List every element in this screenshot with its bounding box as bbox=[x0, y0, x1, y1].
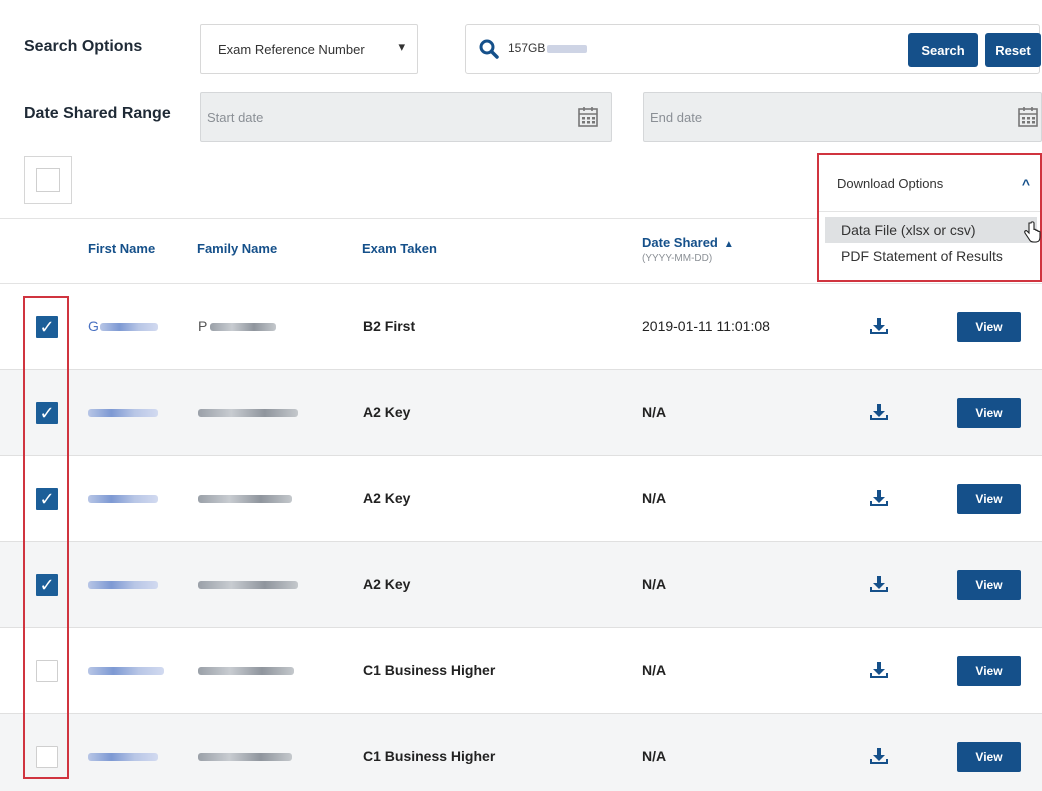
row-checkbox[interactable]: ✓ bbox=[36, 402, 58, 424]
hand-cursor-icon bbox=[1024, 221, 1041, 243]
date-shared-cell: N/A bbox=[642, 490, 667, 506]
first-name-redacted[interactable] bbox=[88, 409, 158, 417]
download-options-title: Download Options bbox=[837, 176, 944, 191]
date-format-hint: (YYYY-MM-DD) bbox=[642, 253, 713, 264]
table-row: ✓ A2 Key N/A View bbox=[0, 456, 1042, 542]
download-icon[interactable] bbox=[869, 747, 889, 765]
exam-taken-cell: B2 First bbox=[363, 318, 416, 334]
family-name-redacted bbox=[210, 323, 276, 331]
first-name-redacted[interactable] bbox=[88, 495, 158, 503]
download-option-label: Data File (xlsx or csv) bbox=[841, 222, 976, 238]
first-name-initial[interactable]: G bbox=[88, 318, 99, 334]
family-name-redacted bbox=[198, 581, 298, 589]
view-button[interactable]: View bbox=[957, 570, 1021, 600]
exam-taken-header[interactable]: Exam Taken bbox=[362, 241, 437, 256]
search-query: 157GB bbox=[508, 41, 588, 55]
end-date-placeholder: End date bbox=[650, 110, 703, 125]
start-date-field[interactable]: Start date bbox=[200, 92, 612, 142]
download-options-dropdown: Download Options ^ Data File (xlsx or cs… bbox=[817, 153, 1042, 282]
family-name-redacted bbox=[198, 667, 294, 675]
view-button[interactable]: View bbox=[957, 656, 1021, 686]
exam-taken-cell: A2 Key bbox=[363, 576, 411, 592]
row-checkbox[interactable] bbox=[36, 746, 58, 768]
chevron-up-icon: ^ bbox=[1021, 176, 1030, 192]
search-button[interactable]: Search bbox=[908, 33, 978, 67]
search-type-select[interactable]: Exam Reference Number ▾ bbox=[200, 24, 418, 74]
date-range-label: Date Shared Range bbox=[24, 105, 171, 122]
date-shared-cell: N/A bbox=[642, 576, 667, 592]
date-shared-header-label: Date Shared bbox=[642, 235, 718, 250]
family-name-redacted bbox=[198, 409, 298, 417]
table-row: ✓ A2 Key N/A View bbox=[0, 542, 1042, 628]
search-type-value: Exam Reference Number bbox=[218, 42, 365, 57]
view-button[interactable]: View bbox=[957, 312, 1021, 342]
download-option-data-file[interactable]: Data File (xlsx or csv) bbox=[825, 217, 1041, 243]
table-row: ✓ G P B2 First 2019-01-11 11:01:08 View bbox=[0, 284, 1042, 370]
start-date-placeholder: Start date bbox=[207, 110, 264, 125]
reset-button[interactable]: Reset bbox=[985, 33, 1041, 67]
date-shared-cell: N/A bbox=[642, 404, 667, 420]
first-name-redacted[interactable] bbox=[88, 753, 158, 761]
download-icon[interactable] bbox=[869, 661, 889, 679]
row-checkbox[interactable] bbox=[36, 660, 58, 682]
exam-taken-cell: A2 Key bbox=[363, 404, 411, 420]
sort-up-icon: ▲ bbox=[723, 239, 734, 250]
dropdown-caret-icon: ▾ bbox=[398, 39, 405, 54]
search-query-text: 157GB bbox=[508, 41, 546, 55]
exam-taken-cell: C1 Business Higher bbox=[363, 748, 496, 764]
download-option-pdf[interactable]: PDF Statement of Results bbox=[825, 243, 1037, 269]
search-options-label: Search Options bbox=[24, 38, 143, 55]
first-name-redacted[interactable] bbox=[88, 667, 164, 675]
view-button[interactable]: View bbox=[957, 398, 1021, 428]
first-name-redacted[interactable] bbox=[100, 323, 158, 331]
table-row: C1 Business Higher N/A View bbox=[0, 714, 1042, 791]
view-button[interactable]: View bbox=[957, 484, 1021, 514]
family-name-header[interactable]: Family Name bbox=[197, 241, 277, 256]
row-checkbox[interactable]: ✓ bbox=[36, 488, 58, 510]
download-options-toggle[interactable]: Download Options ^ bbox=[819, 155, 1040, 212]
date-shared-cell: N/A bbox=[642, 748, 667, 764]
download-option-label: PDF Statement of Results bbox=[841, 248, 1003, 264]
select-all-container bbox=[24, 156, 72, 204]
row-checkbox[interactable]: ✓ bbox=[36, 574, 58, 596]
table-row: C1 Business Higher N/A View bbox=[0, 628, 1042, 714]
view-button[interactable]: View bbox=[957, 742, 1021, 772]
family-name-redacted bbox=[198, 495, 292, 503]
search-icon bbox=[479, 39, 499, 59]
calendar-icon[interactable] bbox=[1017, 106, 1039, 128]
date-shared-header[interactable]: Date Shared ▲ bbox=[642, 235, 734, 250]
download-icon[interactable] bbox=[869, 575, 889, 593]
search-query-redacted bbox=[547, 44, 588, 53]
end-date-field[interactable]: End date bbox=[643, 92, 1042, 142]
family-name-initial: P bbox=[198, 318, 208, 334]
date-shared-cell: 2019-01-11 11:01:08 bbox=[642, 318, 770, 334]
calendar-icon[interactable] bbox=[577, 106, 599, 128]
exam-taken-cell: C1 Business Higher bbox=[363, 662, 496, 678]
table-row: ✓ A2 Key N/A View bbox=[0, 370, 1042, 456]
download-icon[interactable] bbox=[869, 403, 889, 421]
first-name-header[interactable]: First Name bbox=[88, 241, 155, 256]
download-icon[interactable] bbox=[869, 317, 889, 335]
family-name-redacted bbox=[198, 753, 292, 761]
exam-taken-cell: A2 Key bbox=[363, 490, 411, 506]
row-checkbox[interactable]: ✓ bbox=[36, 316, 58, 338]
first-name-redacted[interactable] bbox=[88, 581, 158, 589]
select-all-checkbox[interactable] bbox=[36, 168, 60, 192]
date-shared-cell: N/A bbox=[642, 662, 667, 678]
download-icon[interactable] bbox=[869, 489, 889, 507]
